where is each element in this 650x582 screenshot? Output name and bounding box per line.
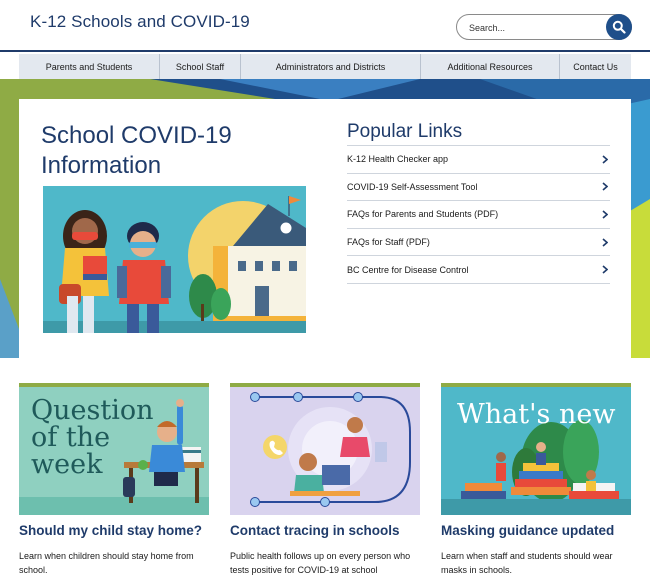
chevron-right-icon: [600, 154, 610, 164]
page-title-line1: School COVID-19: [41, 122, 232, 149]
site-title[interactable]: K-12 Schools and COVID-19: [30, 12, 250, 32]
popular-link-self-assessment[interactable]: COVID-19 Self-Assessment Tool: [347, 174, 610, 202]
popular-link-faqs-staff[interactable]: FAQs for Staff (PDF): [347, 229, 610, 257]
popular-link-health-checker[interactable]: K-12 Health Checker app: [347, 146, 610, 174]
card-image-text: What's new: [457, 399, 616, 430]
card-description: Learn when children should stay home fro…: [19, 551, 194, 575]
nav-item-parents-and-students[interactable]: Parents and Students: [19, 54, 160, 79]
popular-link-label: BC Centre for Disease Control: [347, 264, 469, 275]
main-nav: Parents and Students School Staff Admini…: [19, 54, 631, 79]
nav-item-contact-us[interactable]: Contact Us: [560, 54, 631, 79]
card-contact-tracing[interactable]: Contact tracing in schools Public health…: [230, 383, 420, 575]
chevron-right-icon: [600, 209, 610, 219]
popular-link-faqs-parents[interactable]: FAQs for Parents and Students (PDF): [347, 201, 610, 229]
card-title[interactable]: Contact tracing in schools: [230, 523, 400, 538]
page-title: School COVID-19 Information: [41, 121, 281, 181]
contact-tracing-illustration: [230, 387, 420, 515]
search-button[interactable]: [606, 14, 632, 40]
student-desk-illustration: [19, 399, 209, 515]
card-question-of-the-week[interactable]: Question of the week Should my child sta…: [19, 383, 209, 575]
card-title[interactable]: Masking guidance updated: [441, 523, 614, 538]
nav-item-additional-resources[interactable]: Additional Resources: [421, 54, 560, 79]
page-title-line2: Information: [41, 152, 162, 179]
card-description: Public health follows up on every person…: [230, 551, 411, 575]
card-whats-new[interactable]: What's new Masking guidance updated Lear…: [441, 383, 631, 575]
hero-illustration: [43, 186, 306, 333]
popular-link-label: FAQs for Staff (PDF): [347, 237, 430, 248]
card-image: What's new: [441, 383, 631, 515]
popular-link-label: COVID-19 Self-Assessment Tool: [347, 181, 478, 192]
chevron-right-icon: [600, 265, 610, 275]
students-illustration: [43, 186, 306, 333]
chevron-right-icon: [600, 237, 610, 247]
nav-item-school-staff[interactable]: School Staff: [160, 54, 241, 79]
card-image: Question of the week: [19, 383, 209, 515]
search-icon: [612, 20, 626, 34]
chevron-right-icon: [600, 182, 610, 192]
popular-link-label: K-12 Health Checker app: [347, 154, 449, 165]
search-box: [456, 14, 632, 40]
card-description: Learn when staff and students should wea…: [441, 551, 613, 575]
popular-links-list: K-12 Health Checker app COVID-19 Self-As…: [347, 145, 610, 284]
popular-links-heading: Popular Links: [347, 121, 463, 142]
nav-item-administrators-and-districts[interactable]: Administrators and Districts: [241, 54, 421, 79]
popular-link-label: FAQs for Parents and Students (PDF): [347, 209, 499, 220]
card-title[interactable]: Should my child stay home?: [19, 523, 202, 538]
popular-link-bccdc[interactable]: BC Centre for Disease Control: [347, 256, 610, 284]
site-header: K-12 Schools and COVID-19: [0, 0, 650, 52]
search-input[interactable]: [469, 19, 599, 37]
card-image: [230, 383, 420, 515]
